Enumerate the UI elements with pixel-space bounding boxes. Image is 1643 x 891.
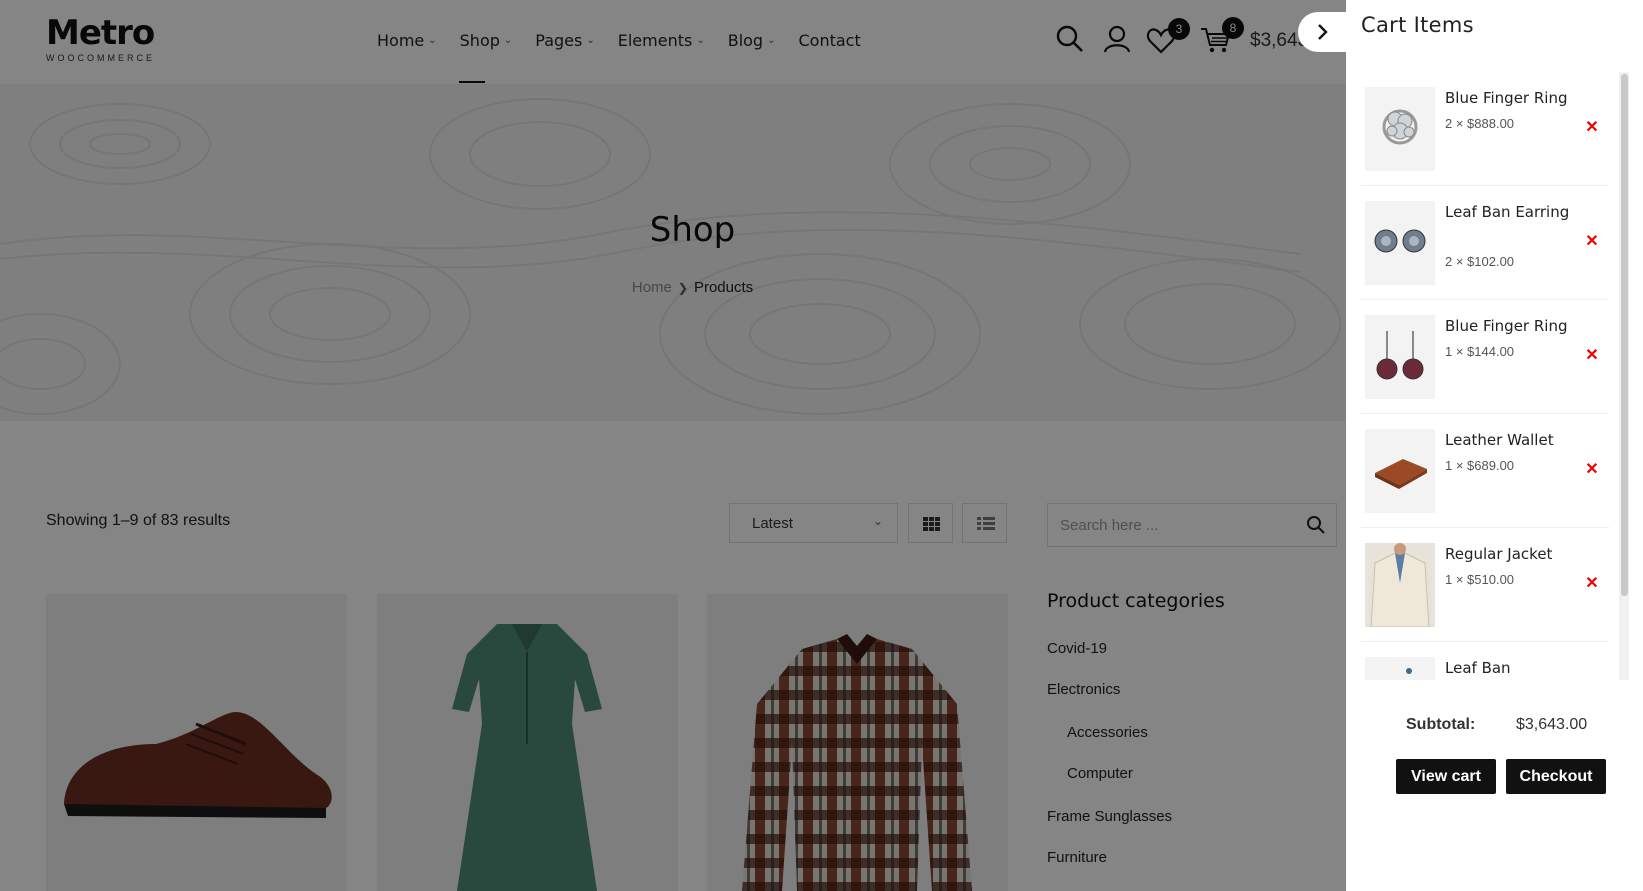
cart-item-list: Blue Finger Ring 2 × $888.00 ✕ Leaf Ban …: [1361, 72, 1626, 680]
cart-item-thumbnail[interactable]: [1365, 87, 1435, 171]
cart-item: Leaf Ban Earring 2 × $102.00 ✕: [1361, 186, 1609, 300]
remove-item-icon[interactable]: ✕: [1584, 120, 1600, 136]
cart-item-quantity-price: 2 × $888.00: [1445, 116, 1515, 131]
cart-item-thumbnail[interactable]: [1365, 543, 1435, 627]
stud-earrings-image: [1374, 229, 1426, 253]
remove-item-icon[interactable]: ✕: [1584, 576, 1600, 592]
cart-item-thumbnail[interactable]: [1365, 315, 1435, 399]
cart-item: Leaf Ban: [1361, 642, 1609, 680]
cart-item-name[interactable]: Leaf Ban Earring: [1445, 200, 1585, 224]
cart-item-thumbnail[interactable]: [1365, 429, 1435, 513]
cart-item: Regular Jacket 1 × $510.00 ✕: [1361, 528, 1609, 642]
cart-overlay[interactable]: [0, 0, 1346, 891]
cart-item-name[interactable]: Leaf Ban: [1445, 656, 1585, 680]
cart-scrollbar-thumb[interactable]: [1621, 74, 1628, 596]
remove-item-icon[interactable]: ✕: [1584, 462, 1600, 478]
jacket-image: [1365, 543, 1435, 627]
earring-image: [1406, 668, 1412, 674]
close-cart-button[interactable]: [1298, 12, 1346, 52]
checkout-button[interactable]: Checkout: [1506, 759, 1606, 794]
cart-item: Blue Finger Ring 2 × $888.00 ✕: [1361, 72, 1609, 186]
remove-item-icon[interactable]: ✕: [1584, 234, 1600, 250]
ring-image: [1382, 109, 1418, 145]
cart-item: Blue Finger Ring 1 × $144.00 ✕: [1361, 300, 1609, 414]
cart-item: Leather Wallet 1 × $689.00 ✕: [1361, 414, 1609, 528]
cart-item-quantity-price: 1 × $510.00: [1445, 572, 1515, 587]
cart-item-name[interactable]: Blue Finger Ring: [1445, 314, 1585, 338]
cart-item-thumbnail[interactable]: [1365, 657, 1435, 680]
cart-item-quantity-price: 1 × $689.00: [1445, 458, 1515, 473]
cart-item-thumbnail[interactable]: [1365, 201, 1435, 285]
cart-drawer: Cart Items Blue Finger Ring 2 × $888.00 …: [1346, 0, 1643, 891]
cart-item-name[interactable]: Blue Finger Ring: [1445, 86, 1585, 110]
cart-item-name[interactable]: Regular Jacket: [1445, 542, 1585, 566]
view-cart-button[interactable]: View cart: [1396, 759, 1496, 794]
cart-item-quantity-price: 1 × $144.00: [1445, 344, 1515, 359]
drop-earrings-image: [1376, 331, 1424, 380]
wallet-image: [1375, 459, 1427, 489]
chevron-right-icon: [1318, 24, 1328, 40]
remove-item-icon[interactable]: ✕: [1584, 348, 1600, 364]
subtotal-label: Subtotal:: [1406, 716, 1476, 733]
subtotal-value: $3,643.00: [1516, 716, 1588, 733]
cart-item-name[interactable]: Leather Wallet: [1445, 428, 1585, 452]
cart-item-quantity-price: 2 × $102.00: [1445, 254, 1515, 269]
cart-title: Cart Items: [1361, 13, 1474, 37]
